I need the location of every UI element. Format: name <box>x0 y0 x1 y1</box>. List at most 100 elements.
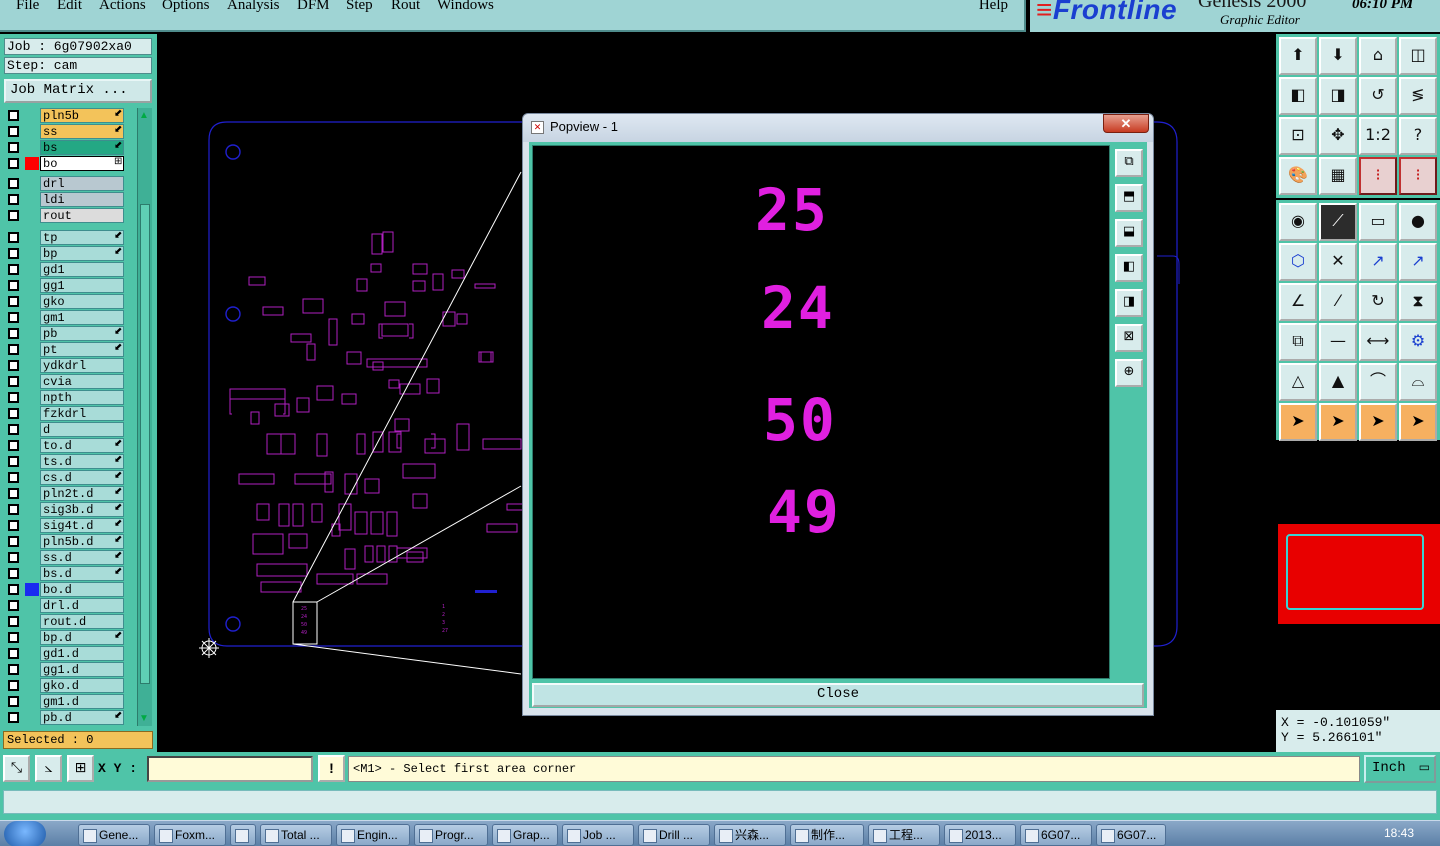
close-icon[interactable]: ✕ <box>1103 114 1149 133</box>
scroll-up-icon[interactable]: ▲ <box>139 110 149 121</box>
pan-left-icon[interactable]: ◧ <box>1279 77 1317 115</box>
angle-icon[interactable]: ∠ <box>1279 283 1317 321</box>
layer-name[interactable]: bs <box>40 140 124 155</box>
taskbar-item[interactable]: 6G07... <box>1020 824 1092 846</box>
popview-viewport[interactable]: 25 24 50 49 <box>532 145 1110 679</box>
layer-row[interactable]: gko <box>4 294 124 309</box>
taskbar-item[interactable]: Engin... <box>336 824 410 846</box>
zoom-out-icon[interactable]: ⊠ <box>1115 324 1143 352</box>
layer-checkbox[interactable] <box>8 178 19 189</box>
layer-name[interactable]: gg1.d <box>40 662 124 677</box>
window-icon[interactable]: ◫ <box>1399 37 1437 75</box>
taskbar-item[interactable]: 兴森... <box>714 824 786 846</box>
layer-name[interactable]: ts.d <box>40 454 124 469</box>
layer-checkbox[interactable] <box>8 440 19 451</box>
taskbar-item[interactable]: 6G07... <box>1096 824 1166 846</box>
layer-name[interactable]: pln5b.d <box>40 534 124 549</box>
pan-right-icon[interactable]: ◨ <box>1319 77 1357 115</box>
layer-name[interactable]: bo <box>40 156 124 171</box>
layer-name[interactable]: gd1.d <box>40 646 124 661</box>
layer-row[interactable]: gd1.d <box>4 646 124 661</box>
taskbar-item[interactable]: Job ... <box>562 824 634 846</box>
layer-row[interactable]: gko.d <box>4 678 124 693</box>
layer-row[interactable]: pln2t.d ⬋ <box>4 486 124 501</box>
layer-checkbox[interactable] <box>8 488 19 499</box>
layer-checkbox[interactable] <box>8 632 19 643</box>
layer-checkbox[interactable] <box>8 376 19 387</box>
layer-row[interactable]: cs.d ⬋ <box>4 470 124 485</box>
layer-checkbox[interactable] <box>8 392 19 403</box>
layer-name[interactable]: bo.d <box>40 582 124 597</box>
popview-close-button[interactable]: Close <box>532 683 1144 707</box>
triangle-icon[interactable]: △ <box>1279 363 1317 401</box>
pan-down-icon[interactable]: ⬇ <box>1319 37 1357 75</box>
layer-name[interactable]: gg1 <box>40 278 124 293</box>
layer-checkbox[interactable] <box>8 664 19 675</box>
move-point-icon[interactable]: ↗ <box>1359 243 1397 281</box>
layer-checkbox[interactable] <box>8 712 19 723</box>
scroll-down-icon[interactable]: ▼ <box>139 713 149 724</box>
pan-left-icon[interactable]: ◧ <box>1115 254 1143 282</box>
snap-mode-icon[interactable]: ⤡ <box>3 755 30 782</box>
layer-name[interactable]: drl <box>40 176 124 191</box>
menu-file[interactable]: File <box>16 0 39 14</box>
layer-name[interactable]: bs.d <box>40 566 124 581</box>
scale-icon[interactable]: 1:2 <box>1359 117 1397 155</box>
layer-name[interactable]: drl.d <box>40 598 124 613</box>
layer-name[interactable]: cvia <box>40 374 124 389</box>
menu-help[interactable]: Help <box>979 0 1008 14</box>
layer-row[interactable]: gg1 <box>4 278 124 293</box>
layer-name[interactable]: d <box>40 422 124 437</box>
layer-name[interactable]: fzkdrl <box>40 406 124 421</box>
layer-name[interactable]: tp <box>40 230 124 245</box>
help-icon[interactable]: ? <box>1399 117 1437 155</box>
layer-row[interactable]: d <box>4 422 124 437</box>
layer-row[interactable]: bo ⊞ <box>4 156 124 171</box>
layer-row[interactable]: bs ⬋ <box>4 140 124 155</box>
menu-analysis[interactable]: Analysis <box>227 0 280 14</box>
layer-row[interactable]: pb ⬋ <box>4 326 124 341</box>
layer-checkbox[interactable] <box>8 248 19 259</box>
menu-rout[interactable]: Rout <box>391 0 420 14</box>
prompt-button[interactable]: ! <box>318 755 345 782</box>
layer-row[interactable]: ts.d ⬋ <box>4 454 124 469</box>
layer-row[interactable]: gg1.d <box>4 662 124 677</box>
layer-checkbox[interactable] <box>8 600 19 611</box>
connect-icon[interactable]: ⬡ <box>1279 243 1317 281</box>
layer-name[interactable]: ydkdrl <box>40 358 124 373</box>
layer-name[interactable]: gm1 <box>40 310 124 325</box>
layer-name[interactable]: bp <box>40 246 124 261</box>
layer-row[interactable]: pln5b.d ⬋ <box>4 534 124 549</box>
pointer-icon[interactable]: ➤ <box>1279 403 1317 441</box>
layer-name[interactable]: sig4t.d <box>40 518 124 533</box>
layer-row[interactable]: sig4t.d ⬋ <box>4 518 124 533</box>
ruler-icon[interactable]: ▭ <box>1359 203 1397 241</box>
layer-row[interactable]: gm1 <box>4 310 124 325</box>
taskbar-item[interactable]: Foxm... <box>154 824 226 846</box>
menu-edit[interactable]: Edit <box>57 0 82 14</box>
layer-checkbox[interactable] <box>8 568 19 579</box>
angle-mode-icon[interactable]: ⦣ <box>35 755 62 782</box>
layer-row[interactable]: bs.d ⬋ <box>4 566 124 581</box>
mirror-icon[interactable]: ⧗ <box>1399 283 1437 321</box>
popview-titlebar[interactable]: ✕ Popview - 1 ✕ <box>523 114 1153 142</box>
layer-name[interactable]: npth <box>40 390 124 405</box>
layer-name[interactable]: sig3b.d <box>40 502 124 517</box>
layer-row[interactable]: drl.d <box>4 598 124 613</box>
layer-row[interactable]: ss ⬋ <box>4 124 124 139</box>
layer-checkbox[interactable] <box>8 680 19 691</box>
layer-checkbox[interactable] <box>8 616 19 627</box>
layer-checkbox[interactable] <box>8 648 19 659</box>
taskbar-item[interactable]: Gene... <box>78 824 150 846</box>
layer-row[interactable]: pb.d ⬋ <box>4 710 124 725</box>
pointer-net-icon[interactable]: ➤ <box>1399 403 1437 441</box>
taskbar-item[interactable]: Drill ... <box>638 824 710 846</box>
layer-row[interactable]: drl <box>4 176 124 191</box>
layer-name[interactable]: bp.d <box>40 630 124 645</box>
taskbar-item[interactable]: 工程... <box>868 824 940 846</box>
layer-name[interactable]: gko <box>40 294 124 309</box>
layer-row[interactable]: bp ⬋ <box>4 246 124 261</box>
layer-row[interactable]: tp ⬋ <box>4 230 124 245</box>
triangle-edit-icon[interactable]: ▲ <box>1319 363 1357 401</box>
snap-center-icon[interactable]: ⁝ <box>1399 157 1437 195</box>
